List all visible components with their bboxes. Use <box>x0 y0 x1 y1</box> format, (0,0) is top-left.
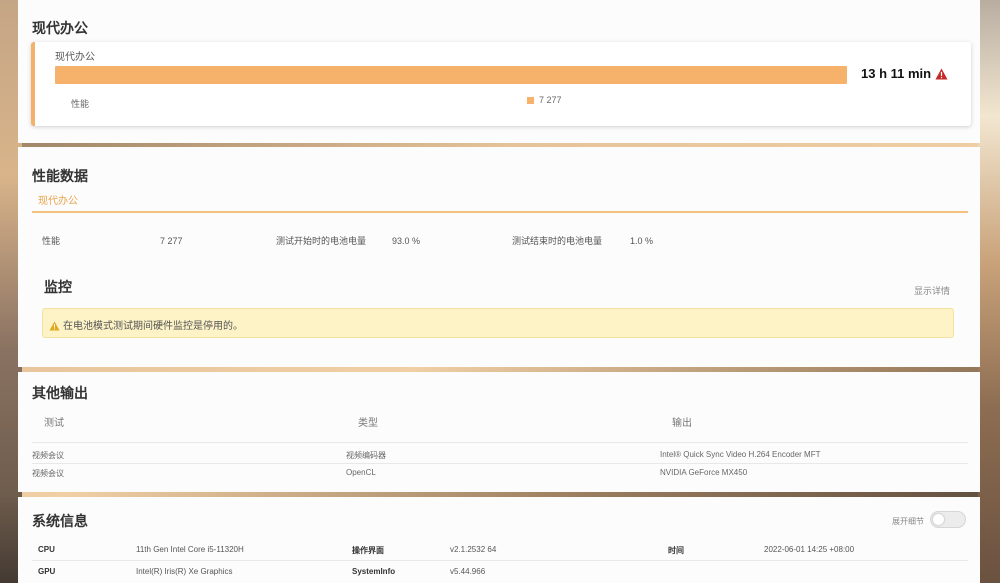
sysinfo-key-interface: 操作界面 <box>352 546 384 555</box>
background-right-photo <box>978 0 1000 583</box>
sysinfo-divider <box>32 560 968 561</box>
row-1-output: Intel® Quick Sync Video H.264 Encoder MF… <box>660 450 821 459</box>
metric-value-battery-start: 93.0 % <box>392 236 421 246</box>
row-1-type: 视频编码器 <box>346 451 386 460</box>
usage-card-name: 现代办公 <box>55 52 95 63</box>
usage-card[interactable]: 现代办公 13 h 11 min 性能 7 277 <box>31 42 971 126</box>
row-2-type: OpenCL <box>346 468 376 477</box>
metric-label-battery-start: 测试开始时的电池电量 <box>276 236 367 246</box>
sysinfo-key-systeminfo: SystemInfo <box>352 567 396 576</box>
sysinfo-key-time: 时间 <box>668 546 684 555</box>
sysinfo-key-cpu: CPU <box>38 545 55 554</box>
other-outputs-panel: 其他输出 测试 类型 输出 视频会议 视频编码器 Intel® Quick Sy… <box>18 372 980 492</box>
row-divider <box>32 463 968 464</box>
usage-section-title: 现代办公 <box>32 20 88 36</box>
sysinfo-value-time: 2022-06-01 14:25 +08:00 <box>764 545 855 554</box>
tab-modern-office[interactable]: 现代办公 <box>38 192 78 207</box>
monitor-alert: 在电池模式测试期间硬件监控是停用的。 <box>42 308 954 338</box>
show-details-link[interactable]: 显示详情 <box>914 284 950 297</box>
sysinfo-value-interface: v2.1.2532 64 <box>450 545 497 554</box>
row-1-test: 视频会议 <box>32 451 64 460</box>
performance-panel: 性能数据 现代办公 性能 7 277 测试开始时的电池电量 93.0 % 测试结… <box>18 147 980 367</box>
column-header-type: 类型 <box>358 418 378 429</box>
details-toggle[interactable] <box>930 511 966 528</box>
row-2-output: NVIDIA GeForce MX450 <box>660 468 748 477</box>
usage-panel: 现代办公 现代办公 13 h 11 min 性能 7 277 <box>18 0 980 143</box>
metric-value-battery-end: 1.0 % <box>630 236 654 246</box>
battery-life-time: 13 h 11 min <box>861 66 948 83</box>
metric-label-battery-end: 测试结束时的电池电量 <box>512 236 603 246</box>
warning-triangle-icon <box>935 68 948 83</box>
sysinfo-value-systeminfo: v5.44.966 <box>450 567 486 576</box>
other-outputs-section-title: 其他输出 <box>32 385 88 401</box>
column-header-output: 输出 <box>672 418 692 429</box>
performance-label: 性能 <box>71 99 90 109</box>
sysinfo-value-gpu: Intel(R) Iris(R) Xe Graphics <box>136 567 233 576</box>
monitor-title: 监控 <box>44 279 72 295</box>
toggle-knob <box>933 514 944 525</box>
details-toggle-label: 展开细节 <box>892 517 924 526</box>
legend-swatch <box>527 97 534 104</box>
metric-label-performance: 性能 <box>42 236 61 246</box>
row-2-test: 视频会议 <box>32 469 64 478</box>
sysinfo-key-gpu: GPU <box>38 567 56 576</box>
performance-score: 7 277 <box>539 95 562 105</box>
performance-section-title: 性能数据 <box>32 168 88 184</box>
battery-life-value: 13 h 11 min <box>861 66 932 81</box>
warning-triangle-icon <box>49 318 60 336</box>
tab-underline <box>32 211 968 213</box>
header-divider <box>32 442 968 443</box>
metric-value-performance: 7 277 <box>160 236 183 246</box>
system-info-panel: 系统信息 展开细节 CPU 11th Gen Intel Core i5-113… <box>18 497 980 583</box>
column-header-test: 测试 <box>44 418 64 429</box>
monitor-alert-text: 在电池模式测试期间硬件监控是停用的。 <box>63 321 243 332</box>
system-info-section-title: 系统信息 <box>32 513 88 529</box>
sysinfo-value-cpu: 11th Gen Intel Core i5-11320H <box>136 545 244 554</box>
battery-life-bar <box>55 66 847 84</box>
